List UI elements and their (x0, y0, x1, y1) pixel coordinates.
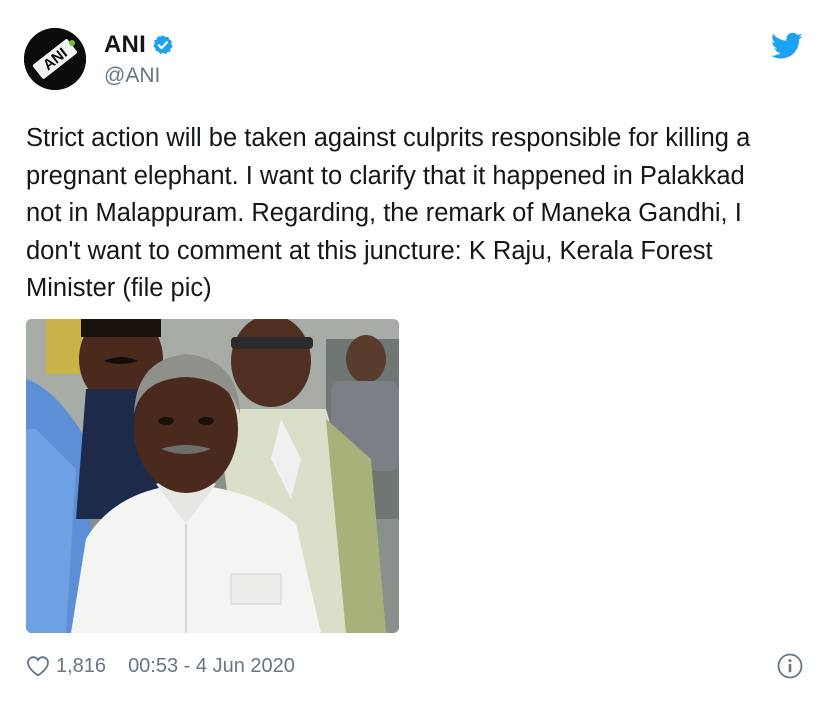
author-block: ANI @ANI (104, 30, 174, 88)
tweet-footer: 1,816 00:53 - 4 Jun 2020 (26, 650, 295, 682)
heart-icon[interactable] (26, 655, 50, 677)
tweet-photo[interactable] (26, 319, 399, 633)
user-handle[interactable]: @ANI (104, 64, 174, 88)
tweet-timestamp[interactable]: 00:53 - 4 Jun 2020 (128, 655, 295, 678)
display-name[interactable]: ANI (104, 31, 146, 59)
twitter-bird-icon[interactable] (771, 32, 803, 60)
avatar[interactable]: ANI (24, 28, 86, 90)
verified-badge-icon (152, 34, 174, 56)
ani-logo-icon: ANI (24, 28, 86, 90)
info-icon[interactable] (777, 653, 803, 679)
like-count[interactable]: 1,816 (56, 655, 106, 678)
tweet-card: ANI ANI @ANI Strict action will be taken… (0, 0, 833, 701)
tweet-text: Strict action will be taken against culp… (26, 124, 751, 302)
name-row: ANI (104, 30, 174, 60)
